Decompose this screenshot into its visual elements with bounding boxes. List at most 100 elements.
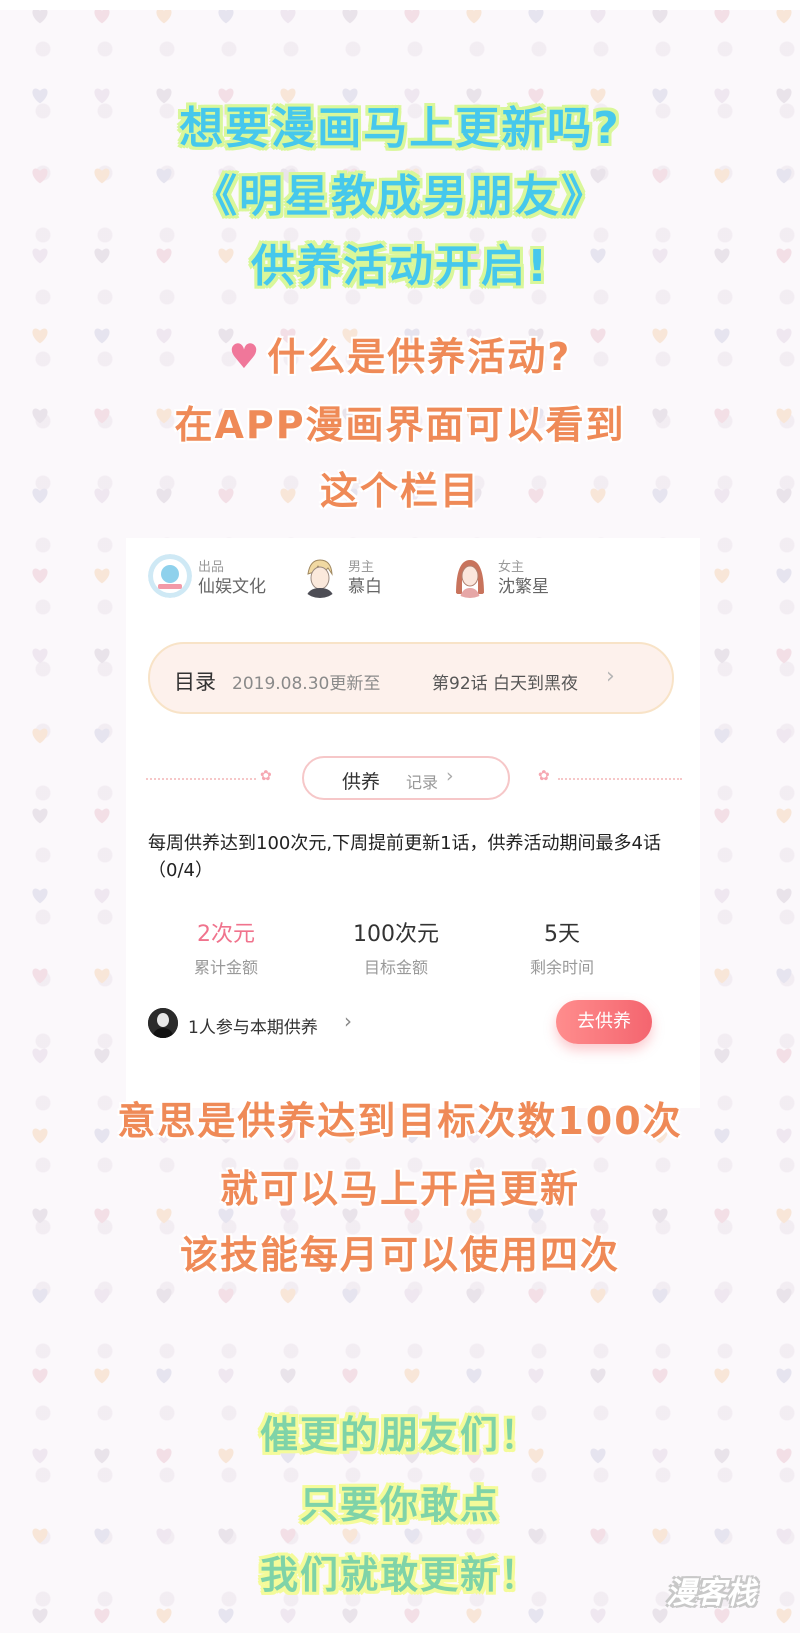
heart-pattern-icon <box>280 1368 296 1384</box>
heart-pattern-icon <box>94 728 110 744</box>
heart-pattern-icon <box>528 1368 544 1384</box>
heart-pattern-icon <box>94 1528 110 1544</box>
heart-pattern-icon <box>714 8 730 24</box>
heart-pattern-icon <box>714 808 730 824</box>
flower-icon: ✿ <box>538 768 550 784</box>
heart-pattern-icon <box>32 1608 48 1624</box>
heart-pattern-icon <box>528 8 544 24</box>
heart-pattern-icon <box>714 648 730 664</box>
heart-pattern-icon <box>94 648 110 664</box>
heart-pattern-icon <box>94 8 110 24</box>
heart-pattern-icon <box>218 1608 234 1624</box>
participants-count: 1人参与本期供养 <box>188 1018 318 1038</box>
heart-pattern-icon <box>342 8 358 24</box>
heart-pattern-icon <box>466 1528 482 1544</box>
heart-pattern-icon <box>776 8 792 24</box>
heart-pattern-icon <box>94 568 110 584</box>
stat-label: 目标金额 <box>363 958 428 977</box>
heart-pattern-icon <box>218 1288 234 1304</box>
creator-name: 慕白 <box>348 577 382 597</box>
heart-icon: ♥ <box>228 337 262 377</box>
heart-pattern-icon <box>528 1528 544 1544</box>
heart-pattern-icon <box>776 1528 792 1544</box>
heart-pattern-icon <box>32 728 48 744</box>
heart-pattern-icon <box>32 1368 48 1384</box>
heart-pattern-icon <box>342 1288 358 1304</box>
chevron-right-icon: › <box>606 664 615 689</box>
male-lead-avatar <box>298 554 342 598</box>
divider-left <box>146 778 256 780</box>
heart-pattern-icon <box>32 1048 48 1064</box>
go-support-button[interactable]: 去供养 <box>556 1000 652 1044</box>
heart-pattern-icon <box>776 728 792 744</box>
participants-row[interactable]: 1人参与本期供养 › <box>148 1008 448 1040</box>
toc-label: 目录 <box>174 670 216 694</box>
heart-pattern-icon <box>156 1288 172 1304</box>
heart-pattern-icon <box>404 1288 420 1304</box>
heart-pattern-icon <box>32 8 48 24</box>
heart-pattern-icon <box>776 648 792 664</box>
creator-row: 出品 仙娱文化 男主 慕白 女主 沈繁星 <box>148 550 688 602</box>
chevron-right-icon: › <box>344 1009 352 1033</box>
creator-name: 沈繁星 <box>498 577 549 597</box>
heart-pattern-icon <box>714 1368 730 1384</box>
heart-pattern-icon <box>590 8 606 24</box>
heart-pattern-icon <box>404 1528 420 1544</box>
creator-name: 仙娱文化 <box>198 577 266 597</box>
heart-pattern-icon <box>156 1528 172 1544</box>
female-lead-avatar <box>448 554 492 598</box>
stat-remaining: 5天 剩余时间 <box>482 916 642 978</box>
heart-pattern-icon <box>776 888 792 904</box>
closing-line-2: 只要你敢点 <box>299 1483 500 1527</box>
heart-pattern-icon <box>94 1048 110 1064</box>
heart-pattern-icon <box>32 1528 48 1544</box>
heart-pattern-icon <box>94 968 110 984</box>
heart-pattern-icon <box>714 888 730 904</box>
heart-pattern-icon <box>94 1288 110 1304</box>
heart-pattern-icon <box>652 1288 668 1304</box>
heart-pattern-icon <box>156 8 172 24</box>
question-text: 什么是供养活动? <box>267 335 572 379</box>
heart-pattern-icon <box>32 888 48 904</box>
heart-pattern-icon <box>776 568 792 584</box>
publisher-avatar <box>148 554 192 598</box>
question-line-3: 这个栏目 <box>319 469 480 513</box>
heart-pattern-icon <box>466 1368 482 1384</box>
heart-pattern-icon <box>156 1368 172 1384</box>
closing-line-1: 催更的朋友们！ <box>259 1413 540 1457</box>
heart-pattern-icon <box>94 808 110 824</box>
heart-pattern-icon <box>32 808 48 824</box>
heart-pattern-icon <box>342 1368 358 1384</box>
explanation-line-1: 意思是供养达到目标次数100次 <box>117 1099 683 1143</box>
tab-support[interactable]: 供养 <box>342 767 380 794</box>
stat-target: 100次元 目标金额 <box>316 916 476 978</box>
heart-pattern-icon <box>714 1528 730 1544</box>
intro-line-2-comic-title: 《明星教成男朋友》 <box>193 171 607 222</box>
heart-pattern-icon <box>32 568 48 584</box>
heart-pattern-icon <box>776 1048 792 1064</box>
heart-pattern-icon <box>714 728 730 744</box>
heart-pattern-icon <box>94 888 110 904</box>
heart-pattern-icon <box>32 968 48 984</box>
heart-pattern-icon <box>466 8 482 24</box>
flower-icon: ✿ <box>260 768 272 784</box>
toc-bar[interactable]: 目录 2019.08.30更新至 第92话 白天到黑夜 › <box>148 642 674 714</box>
heart-pattern-icon <box>94 1608 110 1624</box>
heart-pattern-icon <box>218 1368 234 1384</box>
heart-pattern-icon <box>342 1528 358 1544</box>
heart-pattern-icon <box>280 1608 296 1624</box>
explanation-line-3: 该技能每月可以使用四次 <box>179 1233 620 1277</box>
heart-pattern-icon <box>280 1528 296 1544</box>
heart-pattern-icon <box>342 1608 358 1624</box>
heart-pattern-icon <box>94 1368 110 1384</box>
heart-pattern-icon <box>714 1288 730 1304</box>
tab-record[interactable]: 记录 <box>406 769 438 793</box>
heart-pattern-icon <box>280 8 296 24</box>
heart-pattern-icon <box>404 1368 420 1384</box>
heart-pattern-icon <box>652 1528 668 1544</box>
heart-pattern-icon <box>776 1288 792 1304</box>
intro-line-3: 供养活动开启! <box>250 241 550 292</box>
toc-update-date: 2019.08.30更新至 <box>232 674 381 694</box>
heart-pattern-icon <box>404 1608 420 1624</box>
heart-pattern-icon <box>714 968 730 984</box>
